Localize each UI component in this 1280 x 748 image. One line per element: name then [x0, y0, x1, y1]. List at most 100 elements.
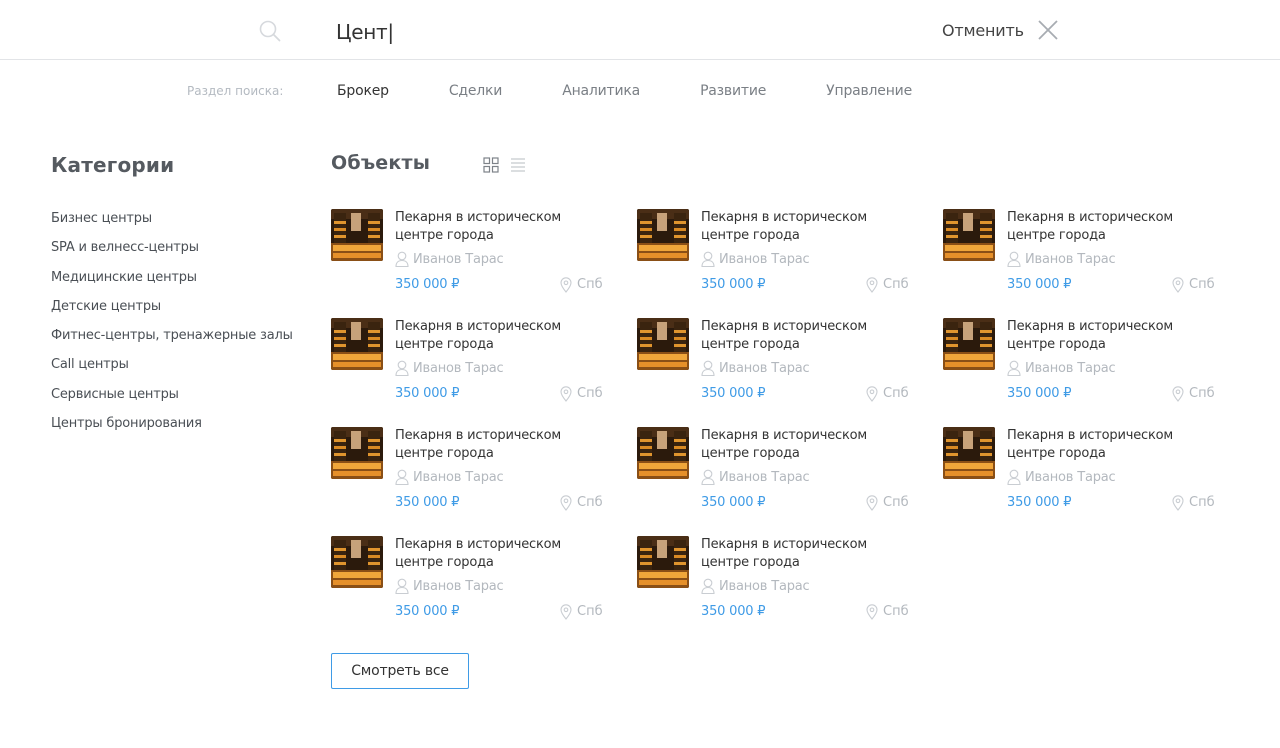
search-bar: Отменить [0, 0, 1280, 60]
user-icon [701, 360, 715, 376]
object-card[interactable]: Пекарня в историческом центре города Ива… [943, 427, 1215, 522]
object-card[interactable]: Пекарня в историческом центре города Ива… [637, 209, 909, 304]
object-city: Спб [1189, 277, 1215, 292]
tab-analytics[interactable]: Аналитика [562, 83, 640, 99]
object-author: Иванов Тарас [1025, 361, 1116, 376]
bakery-thumbnail [943, 209, 995, 261]
user-icon [395, 469, 409, 485]
object-card[interactable]: Пекарня в историческом центре города Ива… [331, 209, 603, 304]
object-price: 350 000 ₽ [701, 386, 766, 401]
object-author: Иванов Тарас [1025, 252, 1116, 267]
category-item[interactable]: Бизнес центры [51, 211, 293, 240]
location-pin-icon [866, 495, 878, 511]
object-title[interactable]: Пекарня в историческом центре города [701, 427, 911, 463]
object-card[interactable]: Пекарня в историческом центре города Ива… [943, 209, 1215, 304]
object-city: Спб [883, 604, 909, 619]
tab-management[interactable]: Управление [826, 83, 912, 99]
user-icon [395, 251, 409, 267]
location-pin-icon [560, 495, 572, 511]
object-price: 350 000 ₽ [395, 386, 460, 401]
bakery-thumbnail [637, 209, 689, 261]
object-author: Иванов Тарас [413, 361, 504, 376]
user-icon [1007, 251, 1021, 267]
object-title[interactable]: Пекарня в историческом центре города [395, 536, 605, 572]
tab-broker[interactable]: Брокер [337, 83, 389, 99]
object-title[interactable]: Пекарня в историческом центре города [1007, 209, 1217, 245]
location-pin-icon [866, 386, 878, 402]
bakery-thumbnail [943, 427, 995, 479]
location-pin-icon [560, 277, 572, 293]
object-title[interactable]: Пекарня в историческом центре города [701, 209, 911, 245]
category-item[interactable]: Детские центры [51, 299, 293, 328]
category-item[interactable]: Сервисные центры [51, 387, 293, 416]
object-card[interactable]: Пекарня в историческом центре города Ива… [331, 536, 603, 631]
user-icon [1007, 360, 1021, 376]
search-input[interactable] [336, 17, 896, 47]
bakery-thumbnail [331, 427, 383, 479]
object-price: 350 000 ₽ [395, 277, 460, 292]
object-city: Спб [577, 495, 603, 510]
categories-list: Бизнес центры SPA и велнесс-центры Медиц… [51, 211, 293, 445]
object-author: Иванов Тарас [719, 579, 810, 594]
close-icon[interactable] [1037, 19, 1059, 41]
object-title[interactable]: Пекарня в историческом центре города [701, 318, 911, 354]
cancel-button[interactable]: Отменить [942, 21, 1024, 40]
bakery-thumbnail [637, 427, 689, 479]
object-author: Иванов Тарас [413, 470, 504, 485]
bakery-thumbnail [637, 536, 689, 588]
object-city: Спб [577, 386, 603, 401]
object-title[interactable]: Пекарня в историческом центре города [395, 427, 605, 463]
category-item[interactable]: Центры бронирования [51, 416, 293, 445]
object-price: 350 000 ₽ [1007, 277, 1072, 292]
grid-view-icon[interactable] [483, 157, 499, 173]
tab-deals[interactable]: Сделки [449, 83, 503, 99]
object-price: 350 000 ₽ [701, 277, 766, 292]
user-icon [701, 469, 715, 485]
categories-title: Категории [51, 153, 175, 177]
search-section-label: Раздел поиска: [187, 84, 284, 98]
user-icon [701, 251, 715, 267]
bakery-thumbnail [331, 318, 383, 370]
object-card[interactable]: Пекарня в историческом центре города Ива… [331, 318, 603, 413]
view-all-button[interactable]: Смотреть все [331, 653, 469, 689]
object-title[interactable]: Пекарня в историческом центре города [395, 318, 605, 354]
object-card[interactable]: Пекарня в историческом центре города Ива… [637, 536, 909, 631]
tab-development[interactable]: Развитие [700, 83, 766, 99]
object-title[interactable]: Пекарня в историческом центре города [701, 536, 911, 572]
category-item[interactable]: Медицинские центры [51, 270, 293, 299]
object-author: Иванов Тарас [719, 252, 810, 267]
search-section-tabs: Брокер Сделки Аналитика Развитие Управле… [337, 83, 972, 99]
object-card[interactable]: Пекарня в историческом центре города Ива… [331, 427, 603, 522]
category-item[interactable]: Фитнес-центры, тренажерные залы [51, 328, 293, 357]
bakery-thumbnail [331, 209, 383, 261]
object-price: 350 000 ₽ [701, 604, 766, 619]
bakery-thumbnail [331, 536, 383, 588]
object-city: Спб [883, 495, 909, 510]
list-view-icon[interactable] [510, 157, 526, 173]
object-title[interactable]: Пекарня в историческом центре города [1007, 318, 1217, 354]
object-city: Спб [1189, 386, 1215, 401]
object-card[interactable]: Пекарня в историческом центре города Ива… [943, 318, 1215, 413]
object-author: Иванов Тарас [413, 252, 504, 267]
location-pin-icon [1172, 495, 1184, 511]
search-icon[interactable] [259, 20, 281, 42]
location-pin-icon [1172, 386, 1184, 402]
object-card[interactable]: Пекарня в историческом центре города Ива… [637, 318, 909, 413]
object-title[interactable]: Пекарня в историческом центре города [1007, 427, 1217, 463]
category-item[interactable]: SPA и велнесс-центры [51, 240, 293, 269]
bakery-thumbnail [943, 318, 995, 370]
object-city: Спб [577, 604, 603, 619]
object-price: 350 000 ₽ [395, 604, 460, 619]
object-author: Иванов Тарас [1025, 470, 1116, 485]
user-icon [701, 578, 715, 594]
user-icon [395, 360, 409, 376]
user-icon [395, 578, 409, 594]
object-city: Спб [1189, 495, 1215, 510]
object-card[interactable]: Пекарня в историческом центре города Ива… [637, 427, 909, 522]
user-icon [1007, 469, 1021, 485]
object-author: Иванов Тарас [719, 361, 810, 376]
object-title[interactable]: Пекарня в историческом центре города [395, 209, 605, 245]
category-item[interactable]: Call центры [51, 357, 293, 386]
object-author: Иванов Тарас [413, 579, 504, 594]
object-city: Спб [883, 277, 909, 292]
